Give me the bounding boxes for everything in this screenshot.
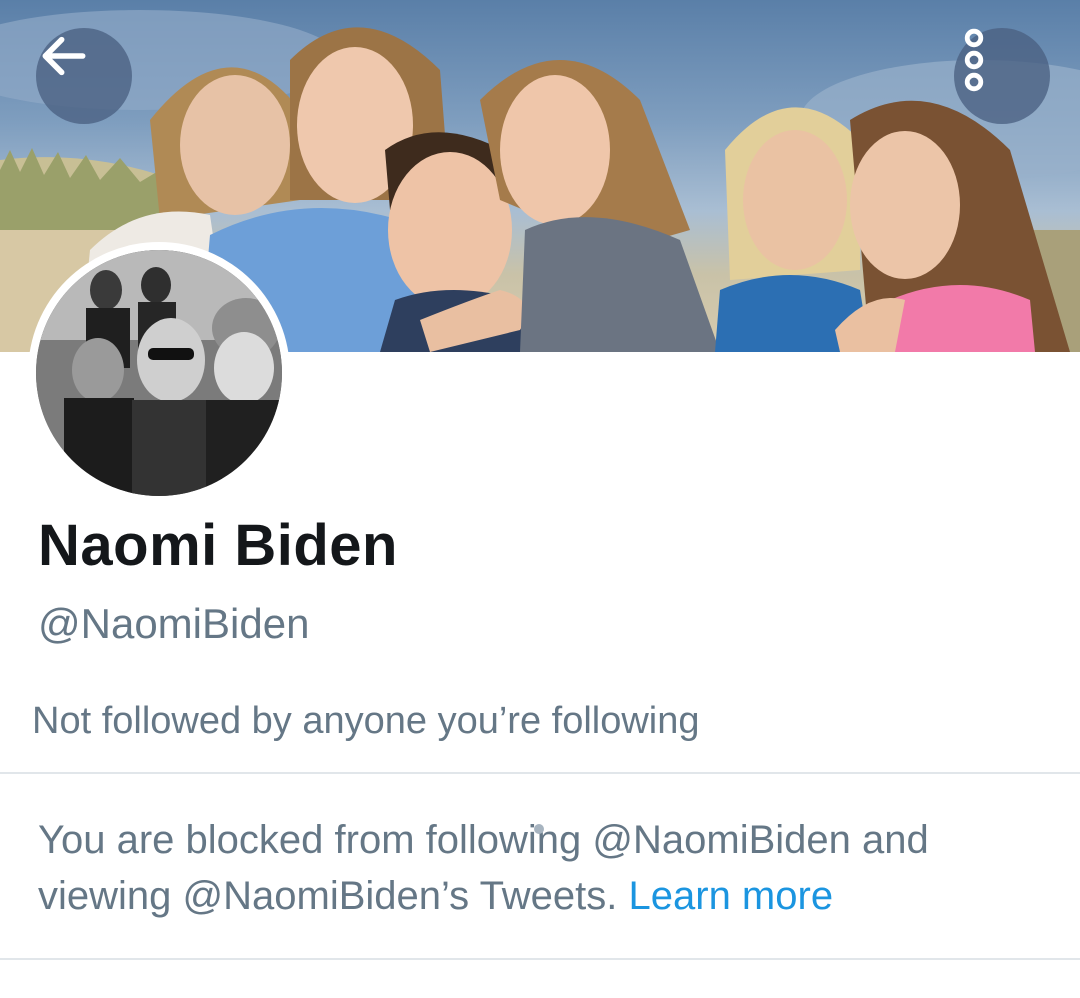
profile-page: Naomi Biden @NaomiBiden Not followed by … [0,0,1080,998]
arrow-left-icon [42,36,86,76]
back-button[interactable] [36,28,132,124]
avatar-photo [36,250,282,496]
more-vertical-icon [964,28,984,92]
scroll-indicator [534,824,544,834]
divider [0,772,1080,774]
followers-you-know-text[interactable]: Not followed by anyone you’re following [32,700,700,743]
profile-handle: @NaomiBiden [38,600,310,647]
learn-more-link[interactable]: Learn more [629,874,834,918]
profile-name: Naomi Biden [38,513,398,578]
profile-avatar[interactable] [28,242,290,504]
more-options-button[interactable] [954,28,1050,124]
avatar-photo-illustration [36,250,282,496]
divider [0,958,1080,960]
